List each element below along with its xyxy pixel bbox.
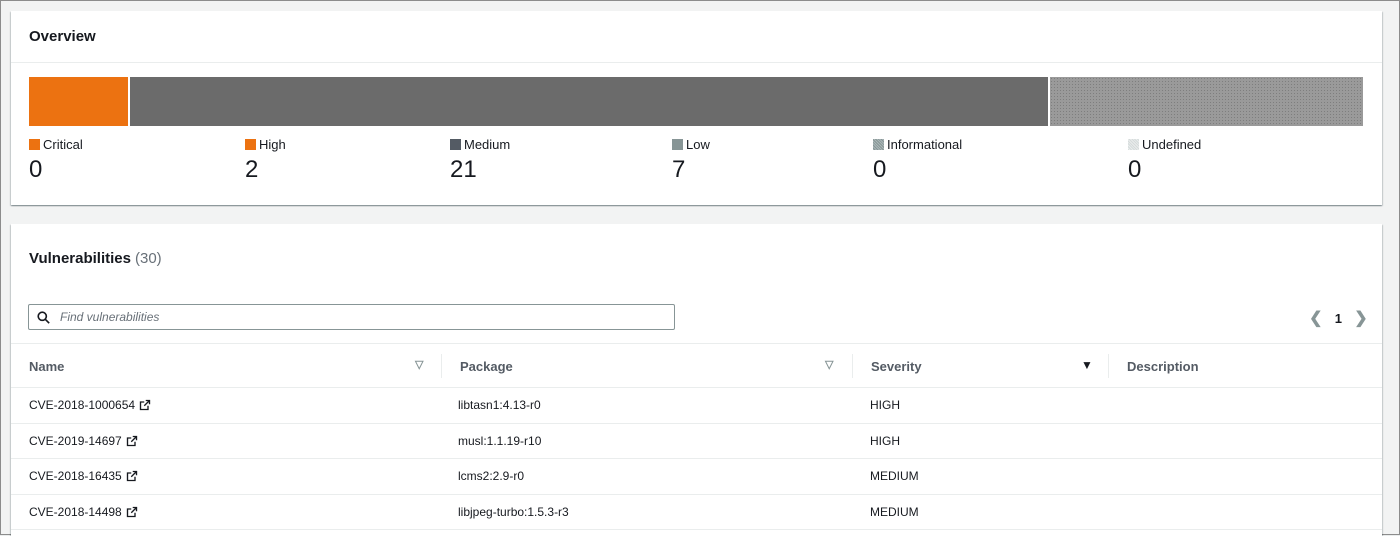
legend-label-low: Low bbox=[686, 136, 710, 152]
column-divider bbox=[852, 354, 853, 378]
legend-high: High 2 bbox=[245, 135, 286, 184]
legend-label-undefined: Undefined bbox=[1142, 136, 1202, 152]
column-header-description[interactable]: Description bbox=[1127, 344, 1199, 388]
table-row: CVE-2019-14697 musl:1.1.19-r10 HIGH bbox=[11, 424, 1382, 459]
column-divider bbox=[441, 354, 442, 378]
external-link-icon[interactable] bbox=[126, 435, 138, 447]
column-header-package[interactable]: Package bbox=[460, 344, 513, 388]
cve-link[interactable]: CVE-2018-14498 bbox=[29, 505, 138, 519]
overview-title: Overview bbox=[11, 11, 1382, 63]
severity-cell: MEDIUM bbox=[870, 469, 919, 484]
cve-link[interactable]: CVE-2018-16435 bbox=[29, 469, 138, 483]
external-link-icon[interactable] bbox=[126, 470, 138, 482]
sort-caret-down-icon[interactable]: ▽ bbox=[415, 358, 423, 371]
legend-critical: Critical 0 bbox=[29, 135, 83, 184]
legend-informational: Informational 0 bbox=[873, 135, 962, 184]
legend-count-high: 2 bbox=[245, 156, 259, 183]
pagination: ❮ 1 ❯ bbox=[1309, 308, 1368, 328]
column-header-severity[interactable]: Severity bbox=[871, 344, 922, 388]
legend-label-high: High bbox=[259, 136, 286, 152]
table-row: CVE-2018-16435 lcms2:2.9-r0 MEDIUM bbox=[11, 459, 1382, 495]
cve-name[interactable]: CVE-2018-16435 bbox=[29, 469, 122, 483]
page-number[interactable]: 1 bbox=[1335, 311, 1342, 326]
severity-bar-segment-medium bbox=[129, 76, 1049, 127]
sort-caret-down-icon[interactable]: ▽ bbox=[825, 358, 833, 371]
critical-swatch-icon bbox=[29, 138, 40, 150]
low-swatch-icon bbox=[672, 138, 683, 150]
vulnerabilities-panel: Vulnerabilities(30) ❮ 1 ❯ Name ▽ Package… bbox=[11, 224, 1382, 536]
vulnerabilities-title: Vulnerabilities bbox=[29, 250, 131, 267]
severity-bar-segment-high bbox=[28, 76, 129, 127]
severity-cell: HIGH bbox=[870, 433, 900, 448]
severity-bar-segment-low bbox=[1049, 76, 1364, 127]
legend-label-medium: Medium bbox=[464, 136, 511, 152]
cve-name[interactable]: CVE-2019-14697 bbox=[29, 434, 122, 448]
legend-low: Low 7 bbox=[672, 135, 710, 184]
severity-cell: HIGH bbox=[870, 398, 900, 413]
legend-count-low: 7 bbox=[672, 156, 686, 183]
informational-swatch-icon bbox=[873, 138, 884, 150]
vulnerabilities-heading: Vulnerabilities (30) bbox=[29, 250, 162, 267]
package-cell: musl:1.1.19-r10 bbox=[458, 433, 542, 448]
severity-bar bbox=[28, 76, 1364, 127]
chevron-right-icon[interactable]: ❯ bbox=[1354, 308, 1368, 328]
severity-cell: MEDIUM bbox=[870, 504, 919, 519]
high-swatch-icon bbox=[245, 138, 256, 150]
cve-link[interactable]: CVE-2019-14697 bbox=[29, 434, 138, 448]
search-box[interactable] bbox=[28, 304, 675, 330]
undefined-swatch-icon bbox=[1128, 138, 1139, 150]
vulnerabilities-table: Name ▽ Package ▽ Severity ▼ Description … bbox=[11, 343, 1382, 530]
external-link-icon[interactable] bbox=[139, 399, 151, 411]
cve-name[interactable]: CVE-2018-14498 bbox=[29, 505, 122, 519]
legend-count-medium: 21 bbox=[450, 156, 477, 183]
search-input[interactable] bbox=[58, 309, 652, 325]
legend-label-informational: Informational bbox=[887, 136, 963, 152]
search-icon bbox=[37, 310, 50, 324]
column-header-name[interactable]: Name bbox=[29, 344, 64, 388]
legend-count-critical: 0 bbox=[29, 156, 43, 183]
table-header: Name ▽ Package ▽ Severity ▼ Description bbox=[11, 343, 1382, 388]
table-row: CVE-2018-14498 libjpeg-turbo:1.5.3-r3 ME… bbox=[11, 495, 1382, 530]
overview-panel: Overview Critical 0 High 2 Medium 21 Low… bbox=[11, 11, 1382, 205]
legend-count-undefined: 0 bbox=[1128, 156, 1142, 183]
legend-medium: Medium 21 bbox=[450, 135, 510, 184]
legend-label-critical: Critical bbox=[43, 136, 83, 152]
external-link-icon[interactable] bbox=[126, 506, 138, 518]
package-cell: lcms2:2.9-r0 bbox=[458, 469, 525, 484]
table-row: CVE-2018-1000654 libtasn1:4.13-r0 HIGH bbox=[11, 388, 1382, 424]
cve-name[interactable]: CVE-2018-1000654 bbox=[29, 398, 135, 412]
page-frame: Overview Critical 0 High 2 Medium 21 Low… bbox=[0, 0, 1400, 536]
legend-undefined: Undefined 0 bbox=[1128, 135, 1201, 184]
sort-caret-down-filled-icon[interactable]: ▼ bbox=[1081, 358, 1093, 372]
cve-link[interactable]: CVE-2018-1000654 bbox=[29, 398, 151, 412]
legend-count-informational: 0 bbox=[873, 156, 887, 183]
package-cell: libjpeg-turbo:1.5.3-r3 bbox=[458, 504, 569, 519]
chevron-left-icon[interactable]: ❮ bbox=[1309, 308, 1323, 328]
medium-swatch-icon bbox=[450, 138, 461, 150]
package-cell: libtasn1:4.13-r0 bbox=[458, 398, 541, 413]
column-divider bbox=[1108, 354, 1109, 378]
vulnerabilities-count: (30) bbox=[134, 250, 162, 267]
